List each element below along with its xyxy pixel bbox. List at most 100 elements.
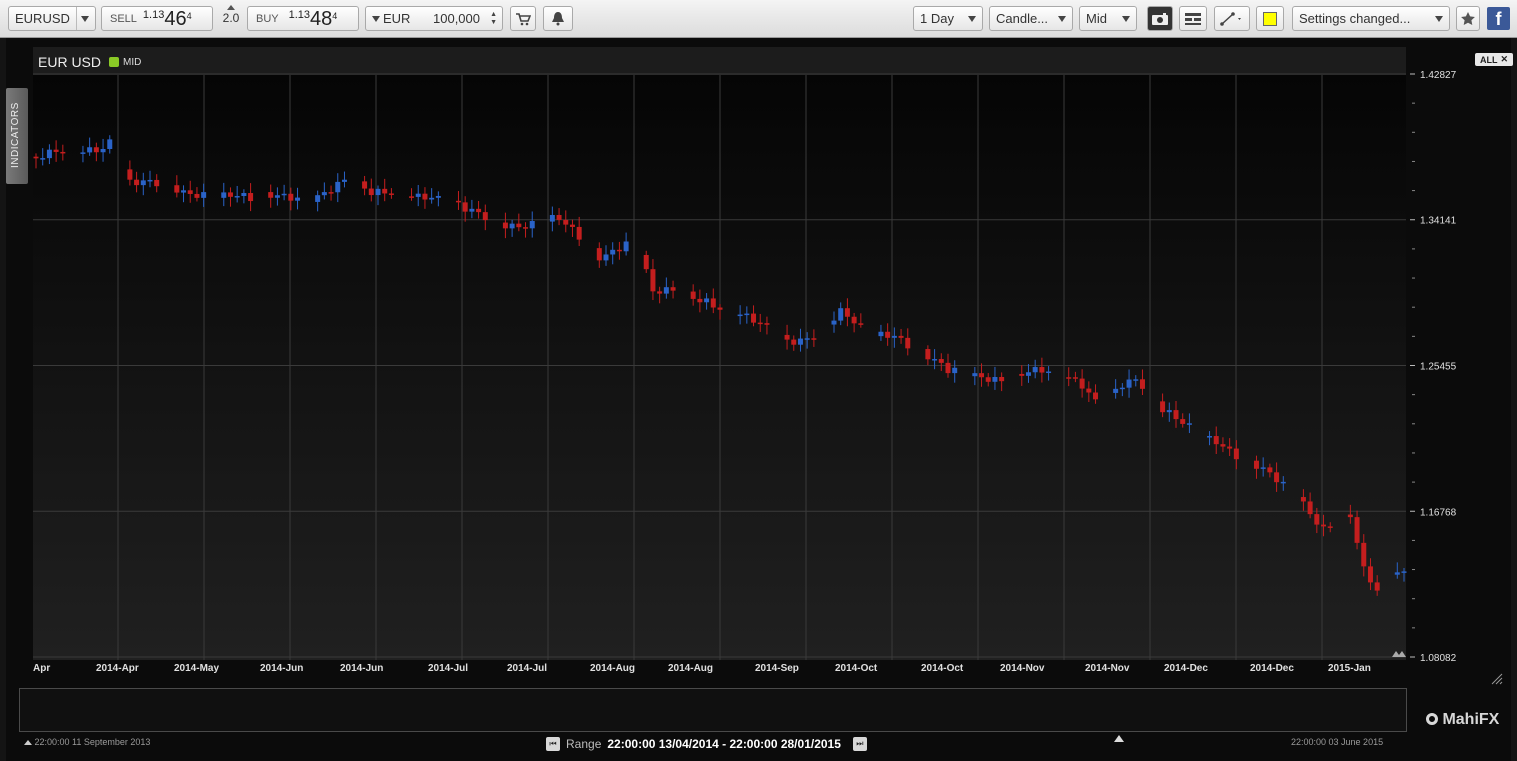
- candle-body: [596, 248, 602, 261]
- indicators-tab[interactable]: INDICATORS: [6, 88, 28, 184]
- candle-body: [429, 197, 435, 200]
- candle-body: [227, 192, 233, 197]
- candle-body: [1253, 460, 1259, 469]
- candle-body: [469, 208, 475, 212]
- range-back-button[interactable]: ⏮: [546, 737, 560, 751]
- y-tick-label: 1.08082: [1420, 653, 1457, 664]
- candle-body: [1173, 410, 1179, 420]
- candle-body: [516, 223, 522, 228]
- candle-body: [1361, 542, 1367, 567]
- candle-body: [422, 193, 428, 200]
- skip-forward-icon: ⏭: [856, 739, 864, 748]
- chart-symbol: EUR USD: [38, 54, 102, 70]
- x-tick-label: 2014-Oct: [835, 663, 878, 674]
- candle-body: [201, 192, 207, 198]
- candle-body: [891, 335, 897, 338]
- candle-body: [368, 188, 374, 196]
- brand-icon: [1426, 713, 1438, 725]
- navigator-start-label: 22:00:00 11 September 2013: [34, 737, 151, 747]
- start-marker-icon[interactable]: [24, 740, 32, 745]
- candle-body: [1039, 367, 1045, 373]
- candle-body: [268, 192, 274, 198]
- indicators-tab-label: INDICATORS: [10, 102, 21, 168]
- candle-body: [945, 362, 951, 374]
- candle-body: [502, 222, 508, 229]
- candle-body: [1220, 444, 1226, 447]
- brand-logo: MahiFX: [1426, 711, 1499, 729]
- candle-body: [462, 202, 468, 212]
- x-tick-label: 2015-Jan: [1328, 663, 1371, 674]
- candle-body: [757, 322, 763, 325]
- candle-body: [1186, 423, 1192, 425]
- y-tick-label: 1.42827: [1420, 70, 1457, 81]
- candle-body: [992, 376, 998, 382]
- candle-body: [811, 338, 817, 340]
- x-tick-label: 2014-Jun: [260, 663, 303, 674]
- candle-body: [107, 139, 113, 149]
- candle-body: [362, 181, 368, 189]
- candle-body: [657, 291, 663, 294]
- candle-body: [885, 331, 891, 338]
- candle-body: [898, 335, 904, 338]
- resize-handle-icon[interactable]: [1490, 672, 1504, 686]
- close-all-button[interactable]: ALL ✕: [1475, 53, 1513, 66]
- candle-body: [409, 196, 415, 198]
- candle-body: [1133, 379, 1139, 381]
- candle-body: [100, 148, 106, 153]
- candle-body: [1113, 388, 1119, 393]
- candle-body: [1267, 467, 1273, 473]
- chart-title-bar: [33, 47, 1406, 75]
- candle-body: [858, 323, 864, 325]
- x-tick-label: 2014-Nov: [1000, 663, 1045, 674]
- candle-body: [181, 190, 187, 193]
- x-tick-label: 2014-Jul: [428, 663, 468, 674]
- candle-body: [985, 377, 991, 382]
- skip-back-icon: ⏮: [549, 739, 557, 748]
- candle-body: [979, 373, 985, 378]
- candle-body: [529, 221, 535, 229]
- candle-body: [1347, 514, 1353, 518]
- range-prefix: Range: [566, 737, 602, 751]
- candle-body: [844, 308, 850, 317]
- candle-body: [569, 224, 575, 227]
- range-end-marker-icon[interactable]: [1114, 735, 1124, 742]
- candle-body: [194, 193, 200, 198]
- x-tick-label: 2014-Dec: [1164, 663, 1208, 674]
- range-navigator[interactable]: [19, 688, 1407, 732]
- candle-body: [1260, 467, 1266, 469]
- candle-body: [221, 192, 227, 198]
- candle-body: [1401, 571, 1407, 573]
- candle-body: [295, 197, 301, 201]
- candle-body: [1032, 367, 1038, 373]
- candle-body: [33, 156, 39, 159]
- candle-body: [610, 249, 616, 255]
- candle-body: [248, 193, 254, 202]
- candle-body: [134, 179, 140, 186]
- range-forward-button[interactable]: ⏭: [852, 737, 867, 751]
- x-tick-label: 2014-Jul: [507, 663, 547, 674]
- navigator-start: 22:00:00 11 September 2013: [24, 737, 150, 747]
- y-tick-label: 1.16768: [1420, 507, 1457, 518]
- y-tick-label: 1.25455: [1420, 361, 1457, 372]
- range-bar: ⏮ Range 22:00:00 13/04/2014 - 22:00:00 2…: [546, 735, 867, 753]
- candle-body: [764, 323, 770, 325]
- candle-body: [831, 320, 837, 325]
- candle-body: [388, 193, 394, 195]
- candle-body: [455, 200, 461, 203]
- price-chart[interactable]: 1.42827 1.34141 1.25455 1.16768 1.08082 Apr 20…: [0, 0, 1517, 761]
- candle-body: [838, 308, 844, 321]
- close-icon: ✕: [1500, 54, 1509, 64]
- candle-body: [784, 334, 790, 340]
- candle-body: [1367, 566, 1373, 583]
- candle-body: [174, 185, 180, 193]
- x-tick-label: 2014-Dec: [1250, 663, 1294, 674]
- candle-body: [1327, 526, 1333, 528]
- candle-body: [737, 314, 743, 317]
- candle-body: [1160, 401, 1166, 413]
- candle-body: [744, 313, 750, 316]
- candle-body: [797, 338, 803, 345]
- navigator-end-label: 22:00:00 03 June 2015: [1291, 737, 1384, 747]
- candle-body: [46, 149, 52, 159]
- candle-body: [80, 152, 86, 154]
- candle-body: [1126, 379, 1132, 388]
